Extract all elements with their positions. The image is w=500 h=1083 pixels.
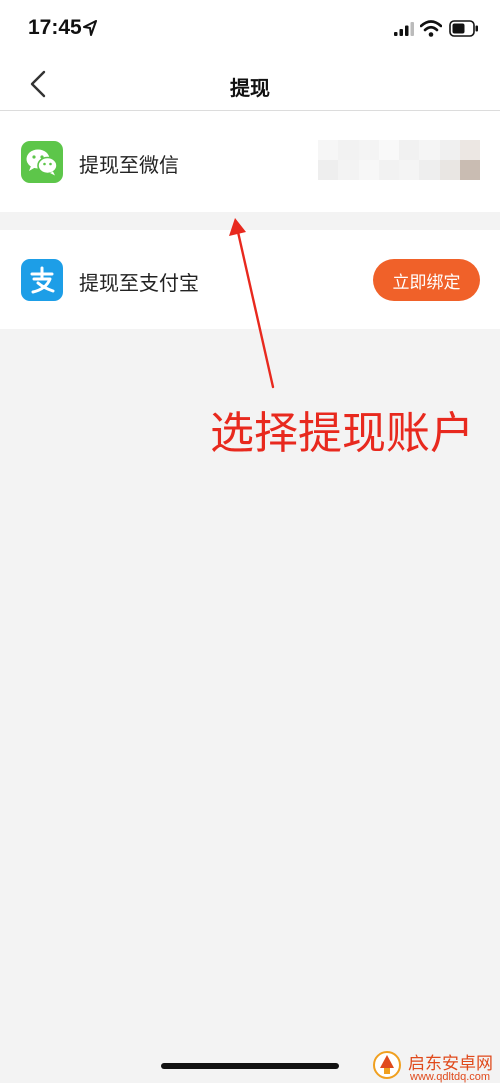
wechat-account-blurred bbox=[318, 140, 480, 180]
nav-bar: 提现 bbox=[0, 58, 500, 111]
wechat-icon bbox=[21, 141, 63, 183]
watermark-url: www.qdltdq.com bbox=[410, 1071, 491, 1083]
alipay-option-label: 提现至支付宝 bbox=[79, 271, 199, 295]
bind-now-button[interactable]: 立即绑定 bbox=[373, 259, 480, 301]
status-bar: 17:45 bbox=[0, 0, 500, 58]
alipay-icon bbox=[21, 259, 63, 301]
signal-icon bbox=[394, 22, 414, 36]
status-time: 17:45 bbox=[28, 16, 82, 39]
wifi-icon bbox=[420, 20, 442, 37]
annotation-arrow bbox=[229, 218, 275, 389]
annotation-text: 选择提现账户 bbox=[210, 408, 474, 459]
page-title: 提现 bbox=[230, 76, 270, 100]
watermark: 启东安卓网 www.qdltdq.com bbox=[372, 1036, 500, 1083]
home-indicator[interactable] bbox=[161, 1063, 339, 1069]
wechat-option-label: 提现至微信 bbox=[79, 153, 179, 177]
watermark-logo-icon bbox=[373, 1051, 401, 1079]
battery-icon bbox=[449, 20, 478, 37]
location-arrow-icon bbox=[83, 20, 97, 36]
